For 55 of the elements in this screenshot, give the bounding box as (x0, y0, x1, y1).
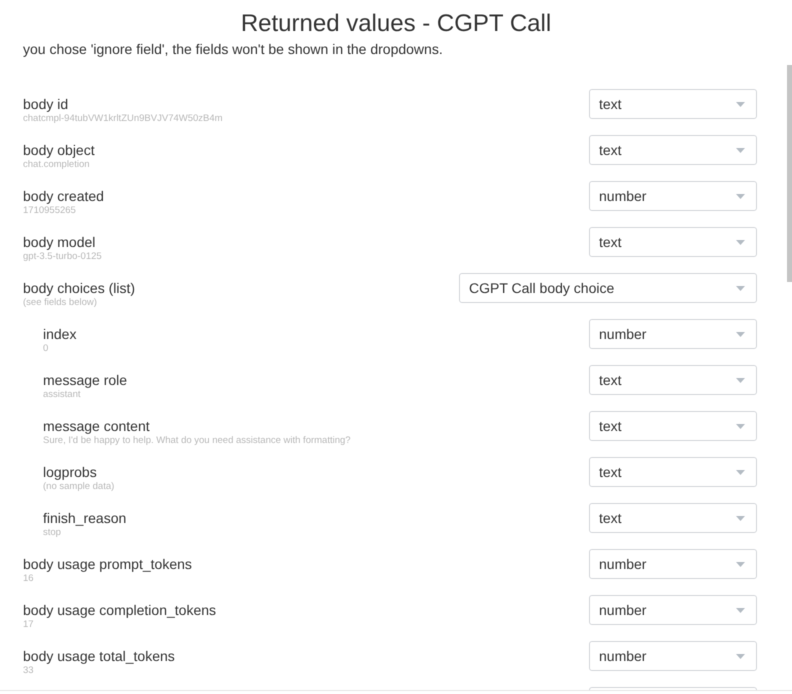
caret-icon (736, 608, 745, 612)
dialog-title: Returned values - CGPT Call (240, 9, 552, 39)
field-label: logprobs (43, 463, 98, 481)
sample-value: (no sample data) (43, 481, 114, 492)
field-label: body usage total_tokens (23, 647, 175, 665)
type-dropdown[interactable]: number (589, 641, 757, 671)
type-dropdown[interactable]: text (589, 89, 757, 119)
type-dropdown[interactable]: number (589, 549, 757, 579)
sample-value: Sure, I'd be happy to help. What do you need assistance with formatting? (43, 435, 351, 446)
sample-value: chat.completion (23, 159, 91, 170)
caret-icon (736, 516, 745, 520)
field-label: body choices (list) (23, 279, 136, 297)
field-label: body created (23, 187, 104, 205)
field-label: body object (23, 141, 95, 159)
field-label: body usage prompt_tokens (23, 555, 192, 573)
type-dropdown[interactable]: text (589, 227, 757, 257)
sample-value: chatcmpl-94tubVW1krltZUn9BVJV74W50zB4m (23, 113, 223, 124)
sample-value: gpt-3.5-turbo-0125 (23, 251, 102, 262)
caret-icon (736, 148, 745, 152)
type-dropdown[interactable]: number (589, 595, 757, 625)
caret-icon (736, 194, 745, 198)
sample-value: stop (43, 527, 62, 538)
type-dropdown[interactable]: text (589, 503, 757, 533)
caret-icon (736, 424, 745, 428)
field-label: message role (43, 371, 128, 389)
field-label: body id (23, 95, 70, 113)
sample-value: 1710955265 (23, 205, 77, 216)
type-dropdown[interactable]: CGPT Call body choice (459, 273, 757, 303)
type-dropdown[interactable]: text (589, 411, 757, 441)
type-dropdown[interactable]: text (589, 457, 757, 487)
type-dropdown[interactable]: number (589, 319, 757, 349)
field-label: body usage completion_tokens (23, 601, 216, 619)
caret-icon (736, 378, 745, 382)
field-label: body model (23, 233, 96, 251)
type-dropdown[interactable]: text (589, 135, 757, 165)
caret-icon (736, 240, 745, 244)
caret-icon (736, 286, 745, 290)
note-text: you chose 'ignore field', the fields won't be shown in the dropdowns. (23, 40, 443, 58)
type-dropdown[interactable]: text (589, 365, 757, 395)
caret-icon (736, 332, 745, 336)
sample-value: 17 (23, 619, 35, 630)
sample-value: 16 (23, 573, 35, 584)
caret-icon (736, 654, 745, 658)
sample-value: (see fields below) (23, 297, 98, 308)
type-dropdown[interactable]: number (589, 181, 757, 211)
field-label: message content (43, 417, 151, 435)
sample-value: 33 (23, 665, 35, 676)
caret-icon (736, 470, 745, 474)
sample-value: 0 (43, 343, 50, 354)
caret-icon (736, 562, 745, 566)
caret-icon (736, 102, 745, 106)
field-label: index (43, 325, 76, 343)
sample-value: assistant (43, 389, 82, 400)
scrollbar[interactable] (787, 65, 792, 282)
field-label: finish_reason (43, 509, 126, 527)
